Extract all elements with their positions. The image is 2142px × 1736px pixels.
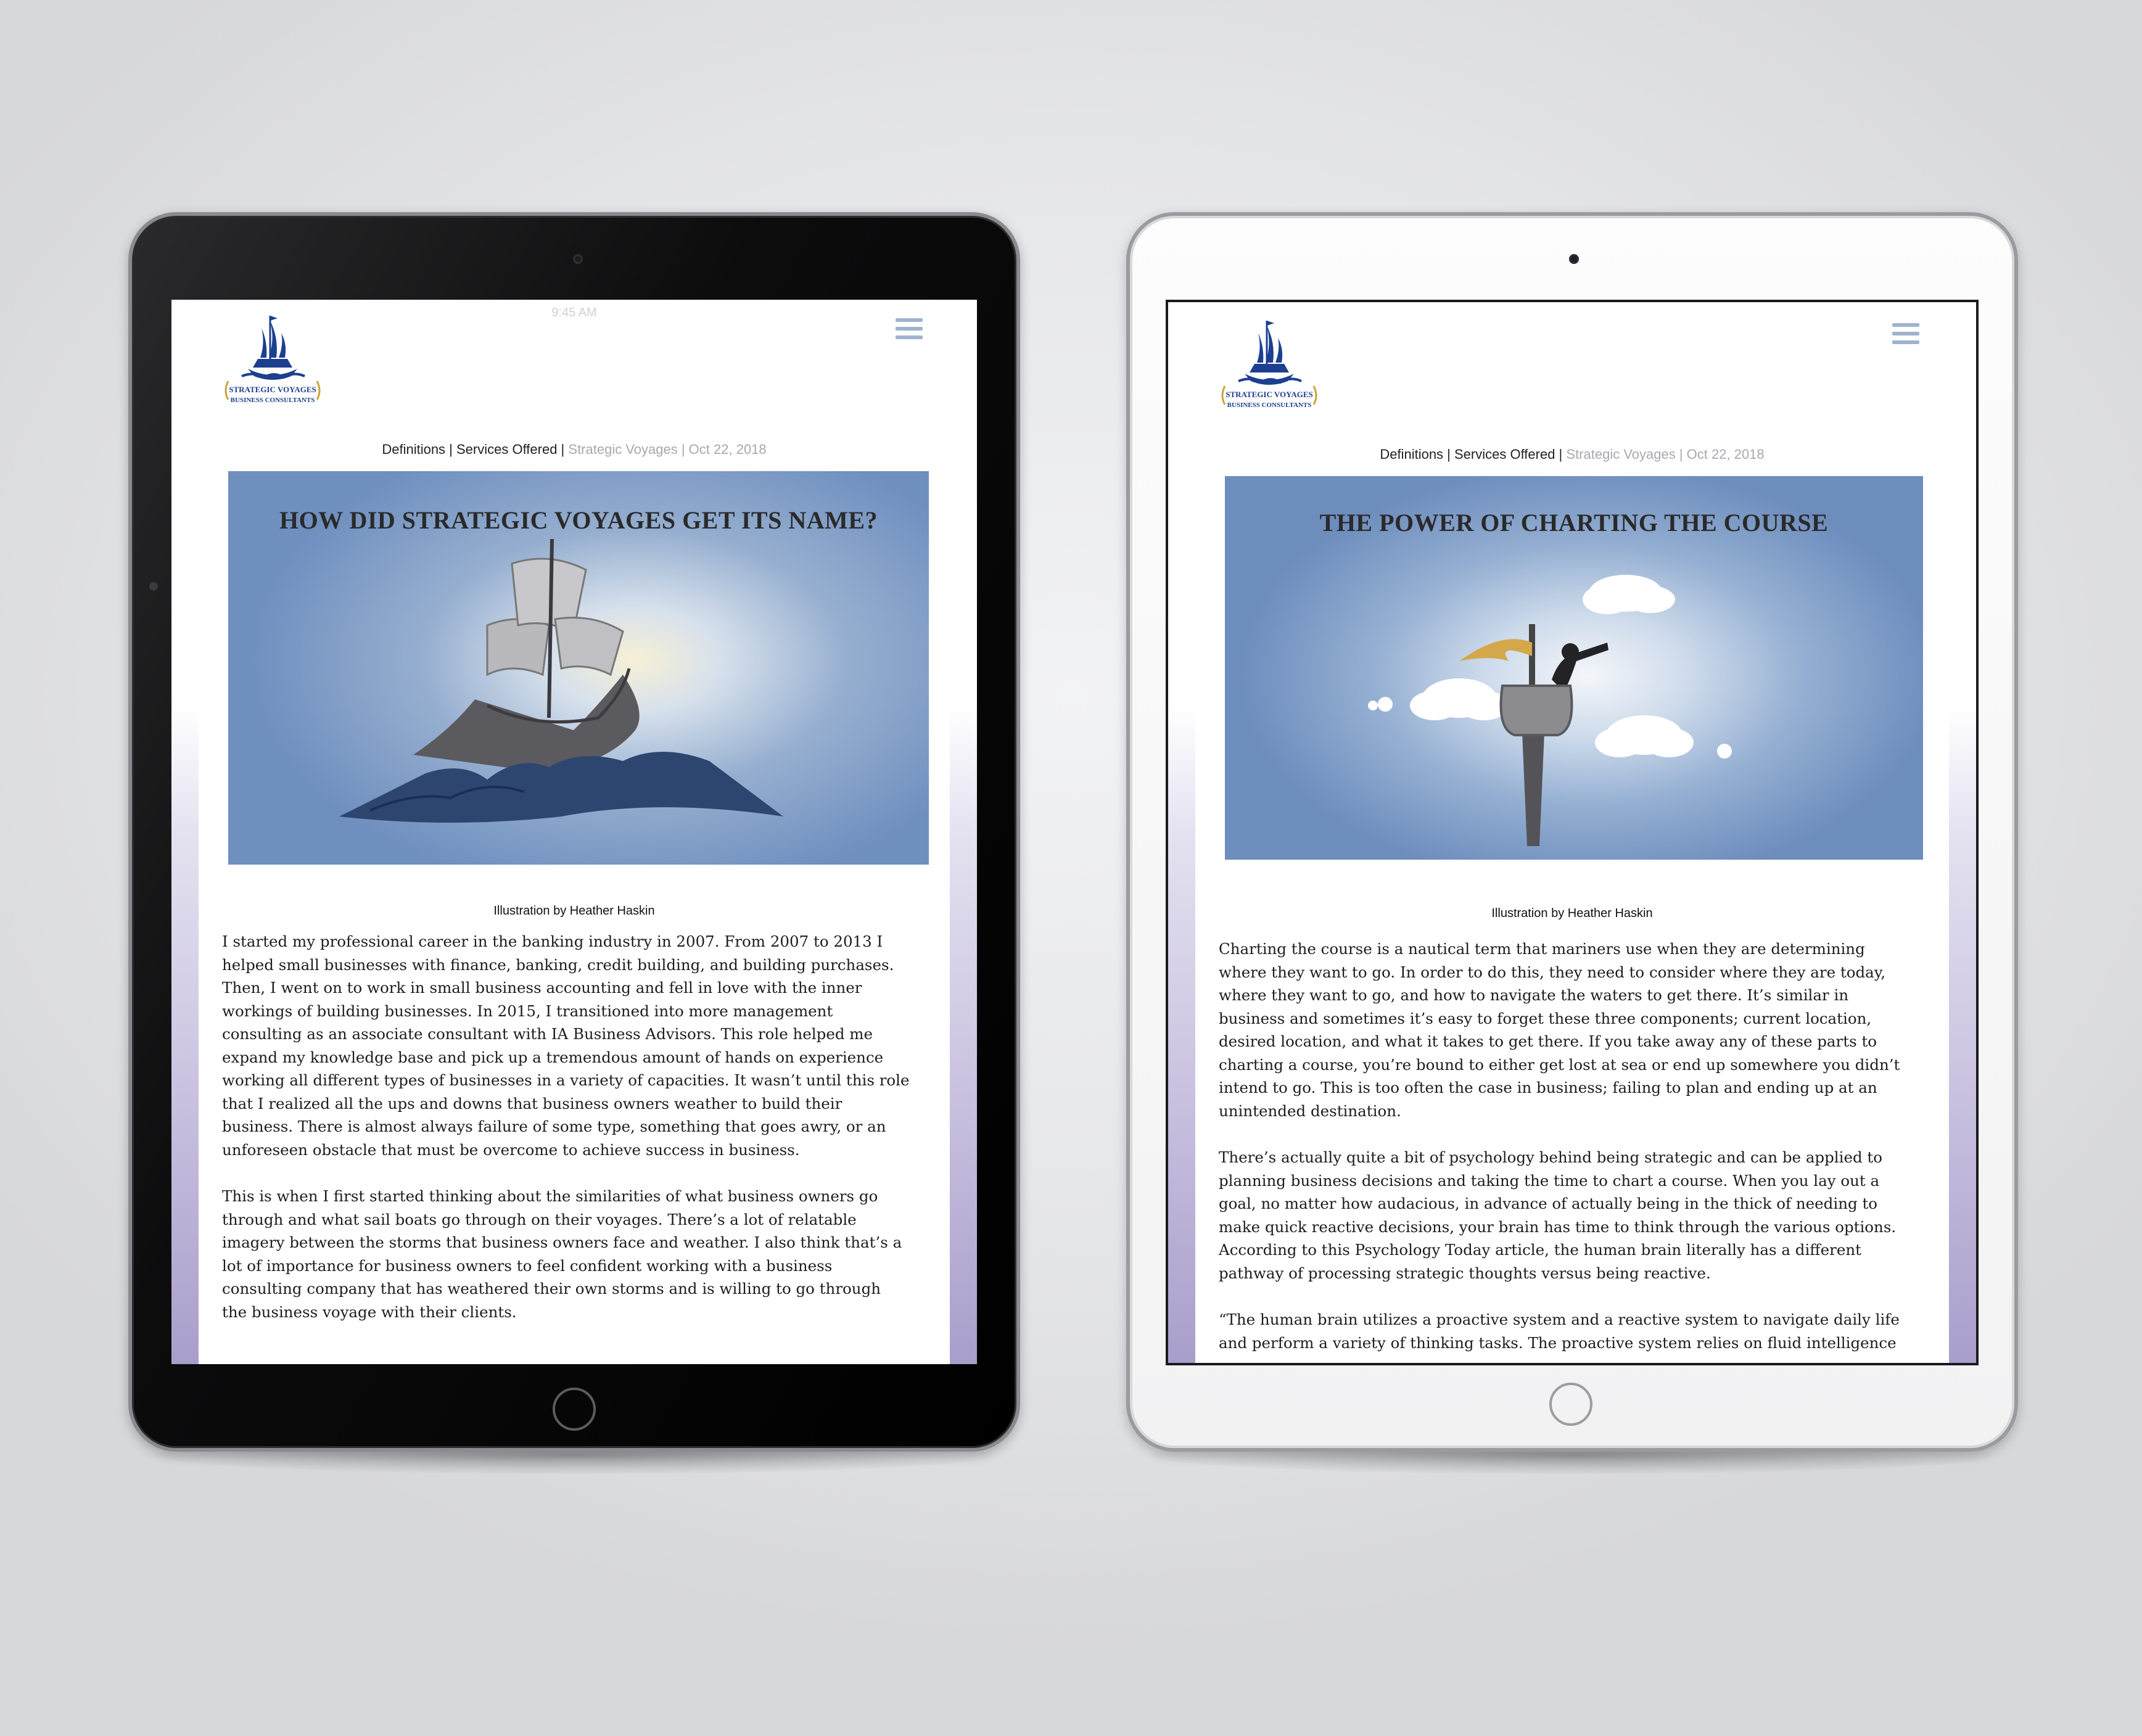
sailing-ship-illustration: [339, 538, 783, 823]
home-button[interactable]: [553, 1388, 596, 1431]
post-categories[interactable]: Definitions | Services Offered |: [382, 442, 568, 457]
logo-text-2: BUSINESS CONSULTANTS: [1227, 401, 1312, 409]
post-date: | Oct 22, 2018: [1675, 446, 1765, 462]
front-camera: [573, 254, 583, 264]
ship-logo-icon: [241, 316, 305, 380]
hamburger-menu-icon[interactable]: [1892, 323, 1919, 348]
article-body: I started my professional career in the …: [222, 930, 937, 1347]
cloud-icon: [1583, 575, 1675, 614]
post-categories[interactable]: Definitions | Services Offered |: [1380, 446, 1566, 462]
paragraph: There’s actually quite a bit of psycholo…: [1219, 1148, 1897, 1282]
post-date: | Oct 22, 2018: [677, 442, 767, 457]
ship-logo-icon: [1238, 321, 1302, 385]
illustration-caption: Illustration by Heather Haskin: [1491, 907, 1653, 920]
logo-text-2: BUSINESS CONSULTANTS: [231, 397, 315, 404]
background-strip-left: [171, 300, 199, 1364]
logo-text-1: STRATEGIC VOYAGES: [229, 385, 316, 394]
hero-illustration: THE POWER OF CHARTING THE COURSE: [1225, 476, 1923, 860]
paragraph: This is when I first started thinking ab…: [222, 1187, 902, 1321]
tablet-white: STRATEGIC VOYAGES BUSINESS CONSULTANTS D…: [1126, 212, 2018, 1452]
background-strip-right: [950, 300, 977, 1364]
page-content: 9:45 AM STRATEGIC VOYAGES BUSINESS CONSU…: [199, 300, 950, 1364]
article-body: Charting the course is a nautical term t…: [1219, 937, 1946, 1363]
tablet-black: 9:45 AM STRATEGIC VOYAGES BUSINESS CONSU…: [128, 212, 1020, 1452]
post-meta: Definitions | Services Offered | Strateg…: [199, 442, 950, 458]
paragraph: “The human brain utilizes a proactive sy…: [1219, 1310, 1900, 1352]
background-strip-right: [1949, 302, 1976, 1363]
logo[interactable]: STRATEGIC VOYAGES BUSINESS CONSULTANTS: [205, 307, 340, 412]
page-content: STRATEGIC VOYAGES BUSINESS CONSULTANTS D…: [1195, 302, 1949, 1363]
hero-illustration: HOW DID STRATEGIC VOYAGES GET ITS NAME?: [228, 471, 929, 865]
background-strip-left: [1168, 302, 1195, 1363]
screen: STRATEGIC VOYAGES BUSINESS CONSULTANTS D…: [1166, 300, 1979, 1365]
screen: 9:45 AM STRATEGIC VOYAGES BUSINESS CONSU…: [171, 300, 977, 1364]
side-sensor: [149, 582, 158, 591]
paragraph: I started my professional career in the …: [222, 932, 910, 1159]
paragraph: Charting the course is a nautical term t…: [1219, 940, 1900, 1120]
hamburger-menu-icon[interactable]: [896, 318, 923, 343]
crows-nest-illustration: [1368, 575, 1732, 846]
logo-text-1: STRATEGIC VOYAGES: [1225, 390, 1312, 399]
logo[interactable]: STRATEGIC VOYAGES BUSINESS CONSULTANTS: [1201, 312, 1337, 417]
post-meta: Definitions | Services Offered | Strateg…: [1195, 446, 1949, 463]
illustration-caption: Illustration by Heather Haskin: [493, 904, 655, 918]
home-button[interactable]: [1549, 1383, 1592, 1426]
post-author[interactable]: Strategic Voyages: [568, 442, 677, 457]
cloud-icon: [1595, 715, 1694, 757]
post-author[interactable]: Strategic Voyages: [1566, 446, 1675, 462]
cloud-icon: [1410, 678, 1509, 720]
front-camera: [1569, 254, 1579, 264]
